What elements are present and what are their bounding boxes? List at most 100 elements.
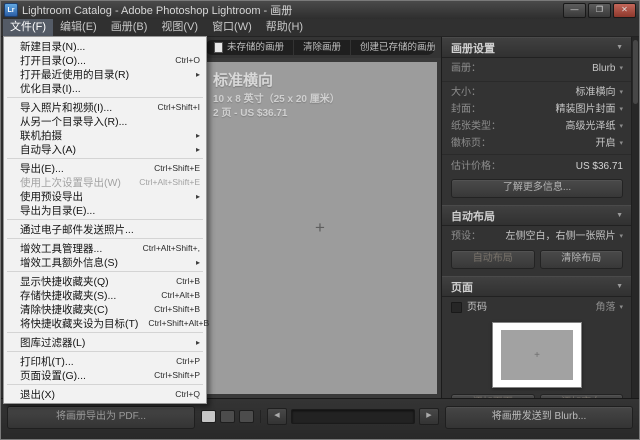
menu-item-label: 使用上次设置导出(W) <box>20 175 121 190</box>
panel-header-book-settings[interactable]: 画册设置 ▼ <box>442 37 632 58</box>
menu-item-open-recent[interactable]: 打开最近使用的目录(R) ▸ <box>4 67 206 81</box>
menu-shortcut: Ctrl+Alt+Shift+, <box>133 243 200 253</box>
single-page-view-icon[interactable] <box>239 410 254 423</box>
menu-item-page-setup[interactable]: 页面设置(G)... Ctrl+Shift+P <box>4 368 206 382</box>
menu-item-library-filters[interactable]: 图库过滤器(L) ▸ <box>4 335 206 349</box>
send-to-blurb-button[interactable]: 将画册发送到 Blurb... <box>445 406 633 429</box>
menu-item-plugin-manager[interactable]: 增效工具管理器... Ctrl+Alt+Shift+, <box>4 241 206 255</box>
menu-item-open-catalog[interactable]: 打开目录(O)... Ctrl+O <box>4 53 206 67</box>
menu-item-label: 打印机(T)... <box>20 354 74 369</box>
menu-item-email-photos[interactable]: 通过电子邮件发送照片... <box>4 222 206 236</box>
menu-item-export-with-preset[interactable]: 使用预设导出 ▸ <box>4 189 206 203</box>
view-toolbar: ◀ ▶ <box>201 408 439 425</box>
dropdown-arrow-icon: ▾ <box>619 137 623 150</box>
scrollbar-thumb[interactable] <box>633 40 638 104</box>
minimize-button[interactable]: — <box>563 3 586 18</box>
right-panel: 画册设置 ▼ 画册： Blurb ▾ 大小： 标准横向 ▾ 封面： 精装图片封面… <box>441 37 639 399</box>
close-button[interactable]: ✕ <box>613 3 636 18</box>
page-thumbnail[interactable]: + <box>492 322 582 388</box>
corner-select[interactable]: 角落 <box>595 301 615 314</box>
panel-header-auto-layout[interactable]: 自动布局 ▼ <box>442 205 632 226</box>
menu-item-save-quick-collection[interactable]: 存储快捷收藏夹(S)... Ctrl+Alt+B <box>4 288 206 302</box>
unsaved-book-tab[interactable]: 未存储的画册 <box>205 40 293 55</box>
menu-item-label: 页面设置(G)... <box>20 368 86 383</box>
learn-more-button[interactable]: 了解更多信息... <box>451 179 623 198</box>
menu-item-set-quick-collection-target[interactable]: 将快捷收藏夹设为目标(T) Ctrl+Shift+Alt+B <box>4 316 206 330</box>
app-icon: Lr <box>4 3 18 17</box>
collapse-triangle-icon: ▼ <box>616 44 623 51</box>
clear-book-button[interactable]: 清除画册 <box>293 40 350 55</box>
size-select[interactable]: 标准横向 <box>575 86 615 99</box>
clear-layout-button[interactable]: 清除布局 <box>540 250 624 269</box>
menu-separator <box>7 238 203 239</box>
menu-window[interactable]: 窗口(W) <box>205 19 259 36</box>
menu-help[interactable]: 帮助(H) <box>259 19 310 36</box>
panel-header-page[interactable]: 页面 ▼ <box>442 276 632 297</box>
book-preview: 标准横向 10 x 8 英寸（25 x 20 厘米） 2 页 - US $36.… <box>198 58 442 399</box>
menu-item-label: 从另一个目录导入(R)... <box>20 114 127 129</box>
page-scrubber[interactable] <box>291 409 415 424</box>
menu-item-new-catalog[interactable]: 新建目录(N)... <box>4 39 206 53</box>
menu-shortcut: Ctrl+P <box>166 356 200 366</box>
book-page-spread[interactable]: 标准横向 10 x 8 英寸（25 x 20 厘米） 2 页 - US $36.… <box>203 62 437 394</box>
menu-item-label: 新建目录(N)... <box>20 39 85 54</box>
size-label: 大小： <box>451 86 481 99</box>
auto-layout-button[interactable]: 自动布局 <box>451 250 535 269</box>
menu-book[interactable]: 画册(B) <box>104 19 155 36</box>
book-tabbar: 未存储的画册 清除画册 创建已存储的画册 <box>205 40 435 55</box>
paper-type-select[interactable]: 高级光泽纸 <box>565 120 615 133</box>
menu-item-plugin-extras[interactable]: 增效工具额外信息(S) ▸ <box>4 255 206 269</box>
menu-item-label: 联机拍摄 <box>20 128 62 143</box>
right-panel-scrollbar[interactable] <box>631 37 639 399</box>
page-info: 标准横向 10 x 8 英寸（25 x 20 厘米） 2 页 - US $36.… <box>213 69 340 121</box>
menu-item-tethered-capture[interactable]: 联机拍摄 ▸ <box>4 128 206 142</box>
menubar: 文件(F) 编辑(E) 画册(B) 视图(V) 窗口(W) 帮助(H) <box>1 19 639 37</box>
multi-page-view-icon[interactable] <box>201 410 216 423</box>
estimated-price-value: US $36.71 <box>576 160 623 173</box>
page-number-checkbox[interactable] <box>451 302 462 313</box>
menu-item-label: 显示快捷收藏夹(Q) <box>20 274 109 289</box>
menu-item-export[interactable]: 导出(E)... Ctrl+Shift+E <box>4 161 206 175</box>
unsaved-book-label: 未存储的画册 <box>227 40 284 55</box>
page-thumbnail-inner: + <box>501 330 573 380</box>
prev-page-button[interactable]: ◀ <box>267 408 287 425</box>
menu-item-label: 图库过滤器(L) <box>20 335 85 350</box>
menu-item-clear-quick-collection[interactable]: 清除快捷收藏夹(C) Ctrl+Shift+B <box>4 302 206 316</box>
menu-file[interactable]: 文件(F) <box>3 19 53 36</box>
menu-item-label: 打开最近使用的目录(R) <box>20 67 129 82</box>
panel-title: 页面 <box>451 279 473 295</box>
crosshair-icon: + <box>315 218 325 238</box>
maximize-button[interactable]: ❐ <box>588 3 611 18</box>
menu-item-optimize-catalog[interactable]: 优化目录(I)... <box>4 81 206 95</box>
submenu-arrow-icon: ▸ <box>196 338 200 347</box>
submenu-arrow-icon: ▸ <box>196 131 200 140</box>
menu-item-printer[interactable]: 打印机(T)... Ctrl+P <box>4 354 206 368</box>
menu-separator <box>7 332 203 333</box>
menu-item-exit[interactable]: 退出(X) Ctrl+Q <box>4 387 206 401</box>
menu-item-import-photos[interactable]: 导入照片和视频(I)... Ctrl+Shift+I <box>4 100 206 114</box>
book-select[interactable]: Blurb <box>592 62 615 75</box>
menu-item-import-from-catalog[interactable]: 从另一个目录导入(R)... <box>4 114 206 128</box>
menu-item-auto-import[interactable]: 自动导入(A) ▸ <box>4 142 206 156</box>
bottombar: 将画册导出为 PDF... ◀ ▶ 将画册发送到 Blurb... <box>1 398 639 439</box>
cover-select[interactable]: 精装图片封面 <box>555 103 615 116</box>
menu-view[interactable]: 视图(V) <box>154 19 205 36</box>
create-saved-book-button[interactable]: 创建已存储的画册 <box>350 40 435 55</box>
export-pdf-button[interactable]: 将画册导出为 PDF... <box>7 406 195 429</box>
next-page-button[interactable]: ▶ <box>419 408 439 425</box>
logo-page-select[interactable]: 开启 <box>595 137 615 150</box>
submenu-arrow-icon: ▸ <box>196 258 200 267</box>
menu-separator <box>7 158 203 159</box>
menu-item-show-quick-collection[interactable]: 显示快捷收藏夹(Q) Ctrl+B <box>4 274 206 288</box>
collapse-triangle-icon: ▼ <box>616 212 623 219</box>
spread-view-icon[interactable] <box>220 410 235 423</box>
preset-select[interactable]: 左侧空白，右侧一张照片 <box>505 230 615 243</box>
menu-item-export-as-catalog[interactable]: 导出为目录(E)... <box>4 203 206 217</box>
menu-item-label: 优化目录(I)... <box>20 81 81 96</box>
menu-shortcut: Ctrl+B <box>166 276 200 286</box>
menu-separator <box>7 271 203 272</box>
book-label: 画册： <box>451 62 481 75</box>
menu-edit[interactable]: 编辑(E) <box>53 19 104 36</box>
collapse-triangle-icon: ▼ <box>616 283 623 290</box>
menu-shortcut: Ctrl+Shift+E <box>144 163 200 173</box>
